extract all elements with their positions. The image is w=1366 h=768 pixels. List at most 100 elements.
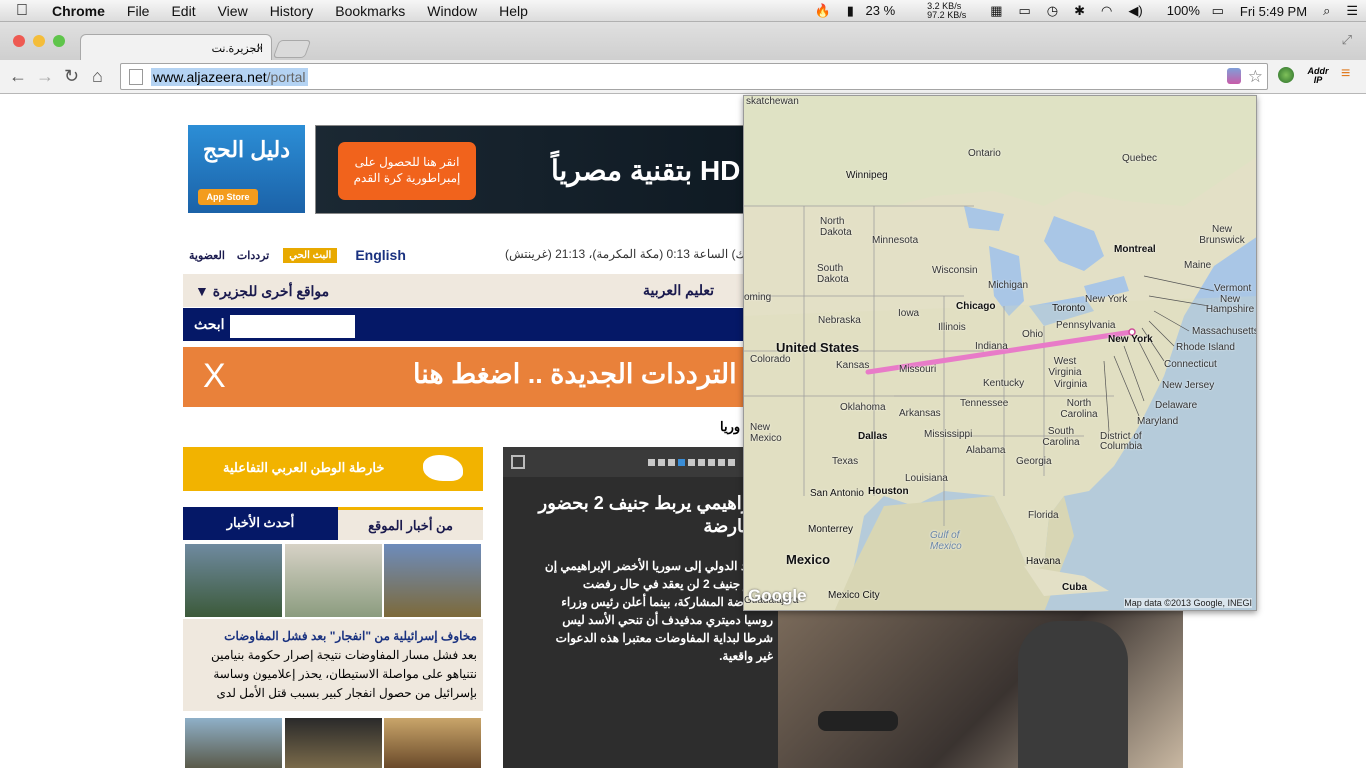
news-thumbnail[interactable] — [384, 718, 481, 768]
menu-file[interactable]: File — [127, 3, 150, 19]
map-label: Colorado — [750, 354, 791, 365]
search-button[interactable]: ابحث — [194, 316, 225, 333]
frequency-banner[interactable]: X الترددات الجديدة .. اضغط هنا — [183, 347, 743, 407]
slider-dot[interactable] — [728, 459, 735, 466]
url-text[interactable]: www.aljazeera.net/portal — [151, 67, 308, 86]
tab-strip: الجزيرة.نت × ⤢ — [0, 22, 1366, 61]
menu-app-name[interactable]: Chrome — [52, 3, 105, 19]
clock[interactable]: Fri 5:49 PM — [1240, 4, 1307, 19]
map-label: Indiana — [975, 341, 1008, 352]
address-bar[interactable]: www.aljazeera.net/portal ☆ — [120, 63, 1268, 90]
spotlight-icon[interactable]: ⌕ — [1323, 3, 1330, 19]
tab-site-news[interactable]: من أخبار الموقع — [338, 507, 483, 540]
map-label: Minnesota — [872, 235, 919, 246]
slider-dot[interactable] — [698, 459, 705, 466]
news-thumbnail[interactable] — [185, 718, 282, 768]
news-thumbnail[interactable] — [285, 718, 382, 768]
banner-cta[interactable]: انقر هنا للحصول على إمبراطورية كرة القدم — [338, 142, 476, 200]
addr-ip-extension[interactable]: Addr IP — [1306, 67, 1330, 85]
map-label: Mexico — [786, 552, 831, 567]
interactive-map-button[interactable]: خارطة الوطن العربي التفاعلية — [183, 447, 483, 491]
fullscreen-icon[interactable]: ⤢ — [1342, 32, 1352, 48]
map-label: Chicago — [956, 301, 996, 312]
menu-view[interactable]: View — [218, 3, 248, 19]
slider-toggle-icon[interactable] — [511, 455, 525, 469]
back-icon[interactable]: ← — [9, 66, 27, 87]
membership-link[interactable]: العضوية — [189, 249, 225, 262]
learn-arabic-link[interactable]: تعليم العربية — [643, 282, 714, 299]
map-label: Nebraska — [818, 315, 861, 326]
volume-icon[interactable]: ◀) — [1128, 3, 1142, 19]
map-label: New Brunswick — [1199, 224, 1245, 246]
map-label: Arkansas — [899, 408, 941, 419]
new-tab-button[interactable] — [272, 40, 312, 58]
menu-history[interactable]: History — [270, 3, 314, 19]
tab-latest-news[interactable]: أحدث الأخبار — [183, 507, 338, 540]
news-thumbnail[interactable] — [285, 544, 382, 617]
menu-help[interactable]: Help — [499, 3, 528, 19]
top-links-bar: العضوية ترددات البث الحي English ك) السا… — [183, 244, 745, 266]
net-down: 97.2 KB/s — [927, 10, 967, 20]
menu-edit[interactable]: Edit — [171, 3, 195, 19]
featured-news-item[interactable]: مخاوف إسرائيلية من "انفجار" بعد فشل المف… — [183, 619, 483, 711]
map-label: Toronto — [1052, 303, 1086, 314]
slider-dot-active[interactable] — [678, 459, 685, 466]
banner-close-button[interactable]: X — [203, 357, 226, 396]
map-label: Havana — [1026, 556, 1061, 567]
reload-icon[interactable]: ↻ — [64, 66, 79, 87]
globe-extension-icon[interactable] — [1278, 67, 1294, 83]
url-path: /portal — [266, 68, 306, 85]
tab-close-icon[interactable]: × — [256, 41, 263, 55]
chrome-menu-icon[interactable]: ≡ — [1341, 65, 1350, 83]
english-link[interactable]: English — [355, 247, 406, 263]
wifi-icon[interactable]: ◠ — [1101, 3, 1112, 19]
slider-dot[interactable] — [708, 459, 715, 466]
time-machine-icon[interactable]: ◷ — [1047, 3, 1058, 19]
zoom-window-button[interactable] — [53, 35, 65, 47]
top-banner-ad[interactable]: HD بتقنية مصرياً انقر هنا للحصول على إمب… — [315, 125, 750, 214]
news-thumbnail[interactable] — [185, 544, 282, 617]
grid-icon[interactable]: ▦ — [990, 3, 1002, 19]
secondary-nav: مواقع أخرى للجزيرة ▼ تعليم العربية — [183, 274, 743, 307]
photo-person — [1018, 621, 1128, 768]
minimize-window-button[interactable] — [33, 35, 45, 47]
search-input[interactable] — [230, 315, 355, 338]
map-label: Wisconsin — [932, 265, 978, 276]
headline-photo[interactable] — [778, 611, 1183, 768]
slider-dot[interactable] — [668, 459, 675, 466]
news-headline[interactable]: مخاوف إسرائيلية من "انفجار" بعد فشل المف… — [189, 627, 477, 646]
slider-dot[interactable] — [658, 459, 665, 466]
bluetooth-icon[interactable]: ✱ — [1074, 3, 1085, 19]
news-thumbnail[interactable] — [384, 544, 481, 617]
hajj-guide-ad[interactable]: دليل الحج App Store — [188, 125, 305, 213]
ticker-snippet[interactable]: وريا — [720, 419, 740, 435]
close-window-button[interactable] — [13, 35, 25, 47]
other-sites-dropdown[interactable]: مواقع أخرى للجزيرة ▼ — [195, 283, 329, 300]
banner-hd: HD بتقنية — [629, 155, 741, 186]
slider-dot[interactable] — [688, 459, 695, 466]
apple-menu-icon[interactable]:  — [16, 2, 38, 20]
airplay-icon[interactable]: ▭ — [1019, 3, 1031, 19]
frequencies-link[interactable]: ترددات — [237, 249, 269, 262]
net-meter[interactable]: 3.2 KB/s 97.2 KB/s — [919, 2, 974, 20]
menu-window[interactable]: Window — [427, 3, 477, 19]
map-extension-icon[interactable] — [1227, 68, 1241, 84]
flame-icon[interactable]: 🔥 — [815, 3, 831, 19]
notification-center-icon[interactable]: ☰ — [1346, 3, 1358, 19]
battery-status[interactable]: 100% ▭ — [1159, 3, 1224, 19]
slider-dot[interactable] — [718, 459, 725, 466]
slider-headline[interactable]: الإبراهيمي يربط جنيف 2 بحضور المعارضة — [517, 492, 772, 538]
browser-tab[interactable]: الجزيرة.نت × — [80, 34, 272, 61]
cpu-meter[interactable]: ▮ 23 % — [847, 3, 903, 19]
map-label: Ontario — [968, 148, 1001, 159]
ip-location-map-popup[interactable]: skatchewan Ontario Quebec Winnipeg North… — [743, 95, 1257, 611]
map-label: United States — [776, 340, 860, 355]
map-label: Maryland — [1137, 416, 1179, 427]
bookmark-star-icon[interactable]: ☆ — [1248, 67, 1263, 87]
app-store-badge: App Store — [198, 189, 258, 205]
slider-dot[interactable] — [648, 459, 655, 466]
live-stream-button[interactable]: البث الحي — [283, 247, 338, 263]
forward-icon[interactable]: → — [36, 66, 54, 87]
menu-bookmarks[interactable]: Bookmarks — [335, 3, 405, 19]
home-icon[interactable]: ⌂ — [92, 66, 103, 87]
